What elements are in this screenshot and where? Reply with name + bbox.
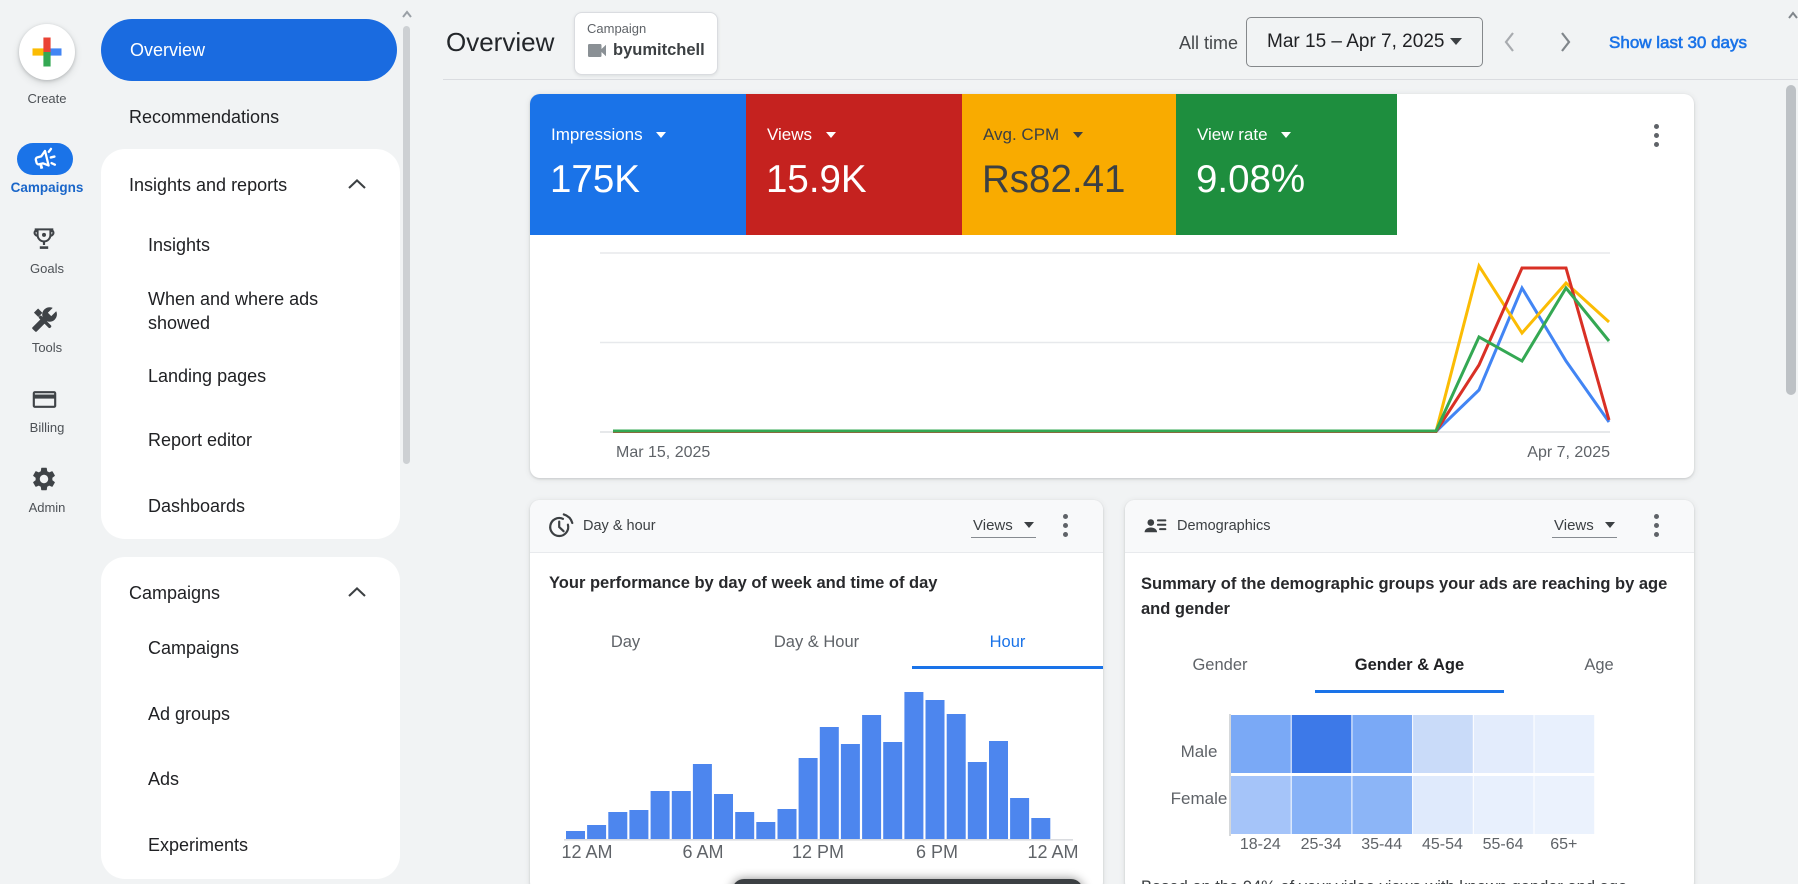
svg-text:Mar 15, 2025: Mar 15, 2025	[616, 444, 710, 461]
svg-text:12 AM: 12 AM	[1027, 842, 1078, 862]
svg-text:Apr 7, 2025: Apr 7, 2025	[1527, 444, 1610, 461]
svg-text:12 AM: 12 AM	[561, 842, 612, 862]
svg-text:6 AM: 6 AM	[682, 842, 723, 862]
svg-text:6 PM: 6 PM	[916, 842, 958, 862]
svg-text:12 PM: 12 PM	[792, 842, 844, 862]
